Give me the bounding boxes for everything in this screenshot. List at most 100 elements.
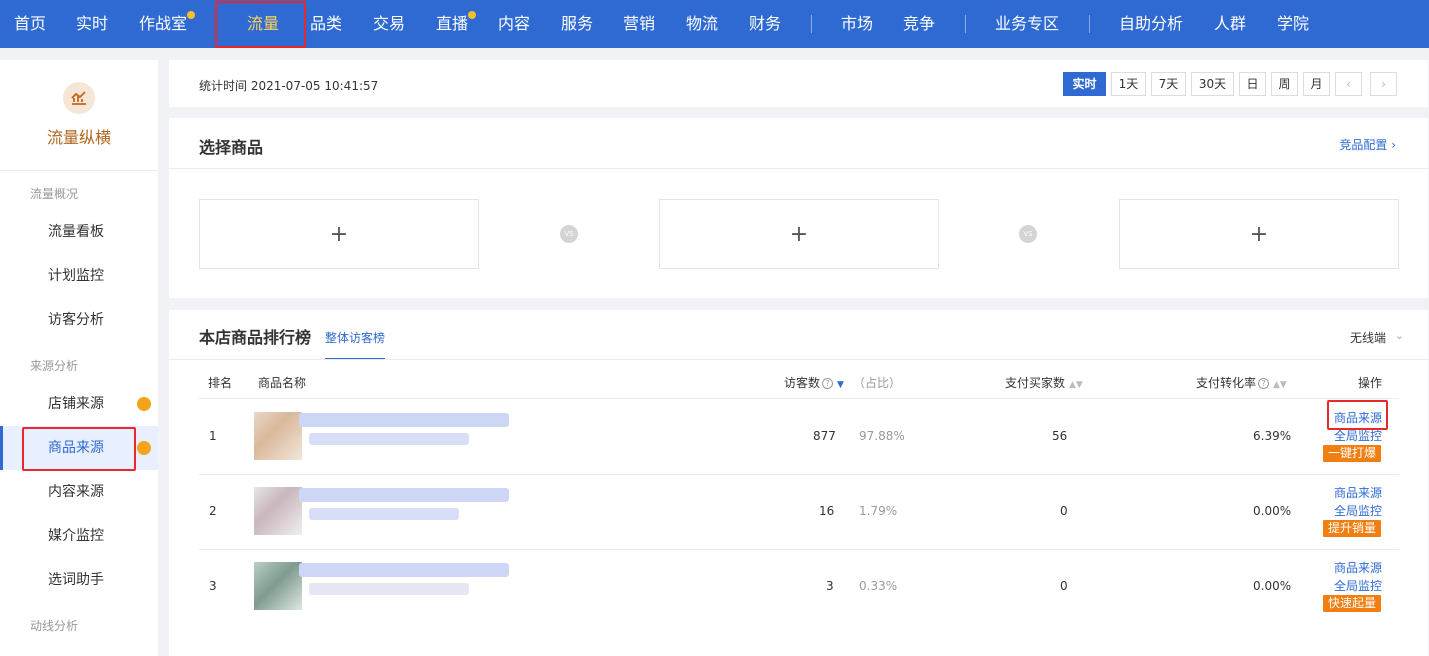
help-icon[interactable]: ? [822, 378, 834, 389]
time-btn-day[interactable]: 日 [1239, 72, 1266, 96]
notice-dot-icon [137, 441, 151, 455]
nav-service[interactable]: 服务 [561, 0, 593, 48]
boost-badge-button[interactable]: 一键打爆 [1323, 445, 1382, 462]
visitors-cell: 3 [826, 579, 834, 593]
help-icon[interactable]: ? [1258, 378, 1270, 389]
time-btn-1day[interactable]: 1天 [1111, 72, 1146, 96]
time-btn-month[interactable]: 月 [1303, 72, 1330, 96]
global-monitor-link[interactable]: 全局监控 [1334, 502, 1382, 519]
nav-self-analysis[interactable]: 自助分析 [1119, 0, 1183, 48]
share-cell: 1.79% [859, 504, 898, 518]
product-title-blur[interactable] [299, 413, 509, 427]
sidebar-item-keyword-helper[interactable]: 选词助手 [0, 558, 158, 602]
product-source-link[interactable]: 商品来源 [1334, 559, 1382, 576]
share-cell: 0.33% [859, 579, 898, 593]
nav-finance[interactable]: 财务 [749, 0, 781, 48]
nav-trade[interactable]: 交易 [373, 0, 405, 48]
nav-content[interactable]: 内容 [498, 0, 530, 48]
global-monitor-link[interactable]: 全局监控 [1334, 577, 1382, 594]
col-visitors[interactable]: 访客数? ▼ [784, 374, 844, 391]
card-divider [169, 359, 1428, 360]
sidebar-item-media-monitor[interactable]: 媒介监控 [0, 514, 158, 558]
col-conversion[interactable]: 支付转化率? ▲▼ [1196, 374, 1287, 391]
next-arrow-icon[interactable]: › [1370, 72, 1397, 96]
top-navigation: 首页 实时 作战室 流量 品类 交易 直播 内容 服务 营销 物流 财务 市场 … [0, 0, 1429, 48]
col-buyers[interactable]: 支付买家数 ▲▼ [1005, 374, 1083, 391]
buyers-cell: 0 [1060, 504, 1068, 518]
nav-home[interactable]: 首页 [14, 0, 46, 48]
col-conversion-label: 支付转化率 [1196, 376, 1257, 390]
nav-category[interactable]: 品类 [310, 0, 342, 48]
global-monitor-link[interactable]: 全局监控 [1334, 427, 1382, 444]
sidebar: 流量纵横 流量概况 流量看板 计划监控 访客分析 来源分析 店铺来源 商品来源 … [0, 60, 158, 656]
rank-cell: 2 [209, 504, 217, 518]
product-title-blur [309, 433, 469, 445]
col-product-name: 商品名称 [258, 376, 307, 390]
nav-live[interactable]: 直播 [436, 0, 477, 48]
product-source-link[interactable]: 商品来源 [1334, 484, 1382, 501]
product-slot-2[interactable]: + [659, 199, 939, 269]
new-dot-icon [468, 11, 477, 19]
time-btn-7day[interactable]: 7天 [1151, 72, 1186, 96]
nav-business-zone[interactable]: 业务专区 [995, 0, 1059, 48]
sort-icon[interactable]: ▲▼ [1069, 380, 1083, 390]
nav-realtime[interactable]: 实时 [76, 0, 108, 48]
sidebar-item-plan-monitor[interactable]: 计划监控 [0, 254, 158, 298]
time-btn-realtime[interactable]: 实时 [1063, 72, 1106, 96]
nav-academy[interactable]: 学院 [1277, 0, 1309, 48]
conversion-cell: 0.00% [1253, 579, 1292, 593]
time-btn-30day[interactable]: 30天 [1191, 72, 1234, 96]
product-title-blur [309, 508, 459, 520]
sidebar-divider [0, 170, 158, 171]
nav-divider [965, 15, 966, 33]
tab-overall-visitors[interactable]: 整体访客榜 [325, 329, 386, 360]
fast-ramp-badge-button[interactable]: 快速起量 [1323, 595, 1382, 612]
boost-sales-badge-button[interactable]: 提升销量 [1323, 520, 1382, 537]
plus-icon: + [1249, 221, 1269, 247]
col-visitors-label: 访客数 [784, 376, 821, 390]
product-source-link[interactable]: 商品来源 [1334, 409, 1382, 426]
nav-traffic[interactable]: 流量 [247, 0, 279, 48]
time-bar: 统计时间 2021-07-05 10:41:57 实时 1天 7天 30天 日 … [169, 60, 1428, 107]
nav-marketing[interactable]: 营销 [623, 0, 655, 48]
product-thumbnail[interactable] [254, 412, 302, 460]
nav-crowd[interactable]: 人群 [1214, 0, 1246, 48]
sort-desc-icon[interactable]: ▼ [837, 380, 844, 390]
col-operations: 操作 [1358, 376, 1383, 390]
time-btn-week[interactable]: 周 [1271, 72, 1298, 96]
sidebar-group-source: 来源分析 [30, 359, 79, 373]
sidebar-item-shop-source[interactable]: 店铺来源 [0, 382, 158, 426]
sidebar-item-visitor-analysis[interactable]: 访客分析 [0, 298, 158, 342]
sidebar-item-traffic-board[interactable]: 流量看板 [0, 210, 158, 254]
col-rank: 排名 [208, 376, 233, 390]
sidebar-group-overview: 流量概况 [30, 187, 79, 201]
product-thumbnail[interactable] [254, 562, 302, 610]
product-title-blur[interactable] [299, 488, 509, 502]
product-title-blur [309, 583, 469, 595]
nav-competition[interactable]: 竞争 [903, 0, 935, 48]
rank-cell: 1 [209, 429, 217, 443]
conversion-cell: 6.39% [1253, 429, 1292, 443]
sidebar-item-content-source[interactable]: 内容来源 [0, 470, 158, 514]
visitors-cell: 877 [813, 429, 836, 443]
buyers-cell: 56 [1052, 429, 1068, 443]
table-row: 3 3 0.33% 0 0.00% 商品来源 全局监控 快速起量 [199, 549, 1399, 624]
vs-icon: VS [1019, 225, 1037, 243]
product-thumbnail[interactable] [254, 487, 302, 535]
rank-cell: 3 [209, 579, 217, 593]
device-dropdown-label: 无线端 [1349, 331, 1386, 345]
product-title-blur[interactable] [299, 563, 509, 577]
prev-arrow-icon[interactable]: ‹ [1335, 72, 1362, 96]
table-row: 2 16 1.79% 0 0.00% 商品来源 全局监控 提升销量 [199, 474, 1399, 549]
nav-logistics[interactable]: 物流 [686, 0, 718, 48]
product-slot-1[interactable]: + [199, 199, 479, 269]
nav-war-room[interactable]: 作战室 [139, 0, 196, 48]
sidebar-item-product-source[interactable]: 商品来源 [0, 426, 158, 470]
sort-icon[interactable]: ▲▼ [1273, 380, 1287, 390]
competitor-config-link[interactable]: 竞品配置 › [1339, 136, 1396, 153]
buyers-cell: 0 [1060, 579, 1068, 593]
select-product-card: 选择商品 竞品配置 › + VS + VS + [169, 118, 1428, 298]
product-slot-3[interactable]: + [1119, 199, 1399, 269]
nav-market[interactable]: 市场 [841, 0, 873, 48]
device-dropdown[interactable]: 无线端 ⌄ [1349, 329, 1404, 346]
